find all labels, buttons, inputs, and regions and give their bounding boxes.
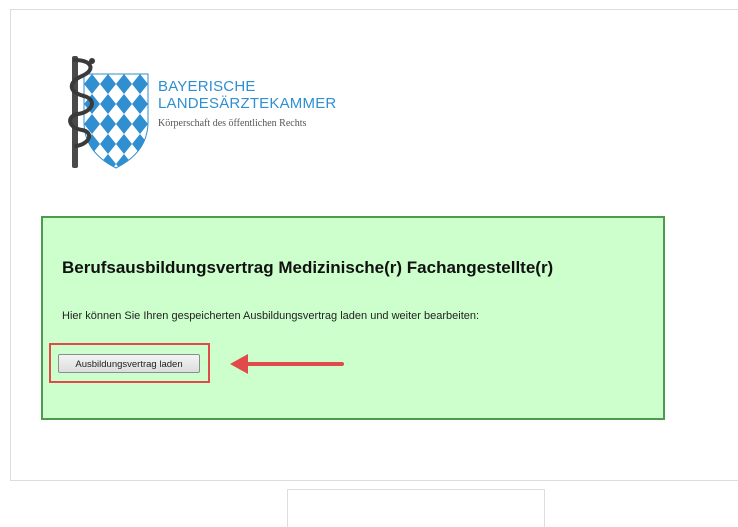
organization-name-line2: LANDESÄRZTEKAMMER bbox=[158, 95, 337, 112]
organization-subtitle: Körperschaft des öffentlichen Rechts bbox=[158, 118, 307, 129]
load-contract-button[interactable]: Ausbildungsvertrag laden bbox=[58, 354, 200, 373]
red-arrow-icon bbox=[230, 354, 344, 374]
organization-name: BAYERISCHE LANDESÄRZTEKAMMER bbox=[158, 78, 336, 112]
panel-title: Berufsausbildungsvertrag Medizinische(r)… bbox=[62, 258, 554, 277]
shield-logo-icon bbox=[68, 56, 149, 169]
organization-name-line1: BAYERISCHE bbox=[158, 78, 256, 95]
contract-panel: Berufsausbildungsvertrag Medizinische(r)… bbox=[41, 216, 665, 420]
panel-description: Hier können Sie Ihren gespeicherten Ausb… bbox=[62, 310, 480, 322]
chamber-logo: BAYERISCHE LANDESÄRZTEKAMMER Körperschaf… bbox=[62, 52, 362, 172]
bottom-frame bbox=[287, 489, 545, 527]
page: BAYERISCHE LANDESÄRZTEKAMMER Körperschaf… bbox=[0, 0, 738, 527]
